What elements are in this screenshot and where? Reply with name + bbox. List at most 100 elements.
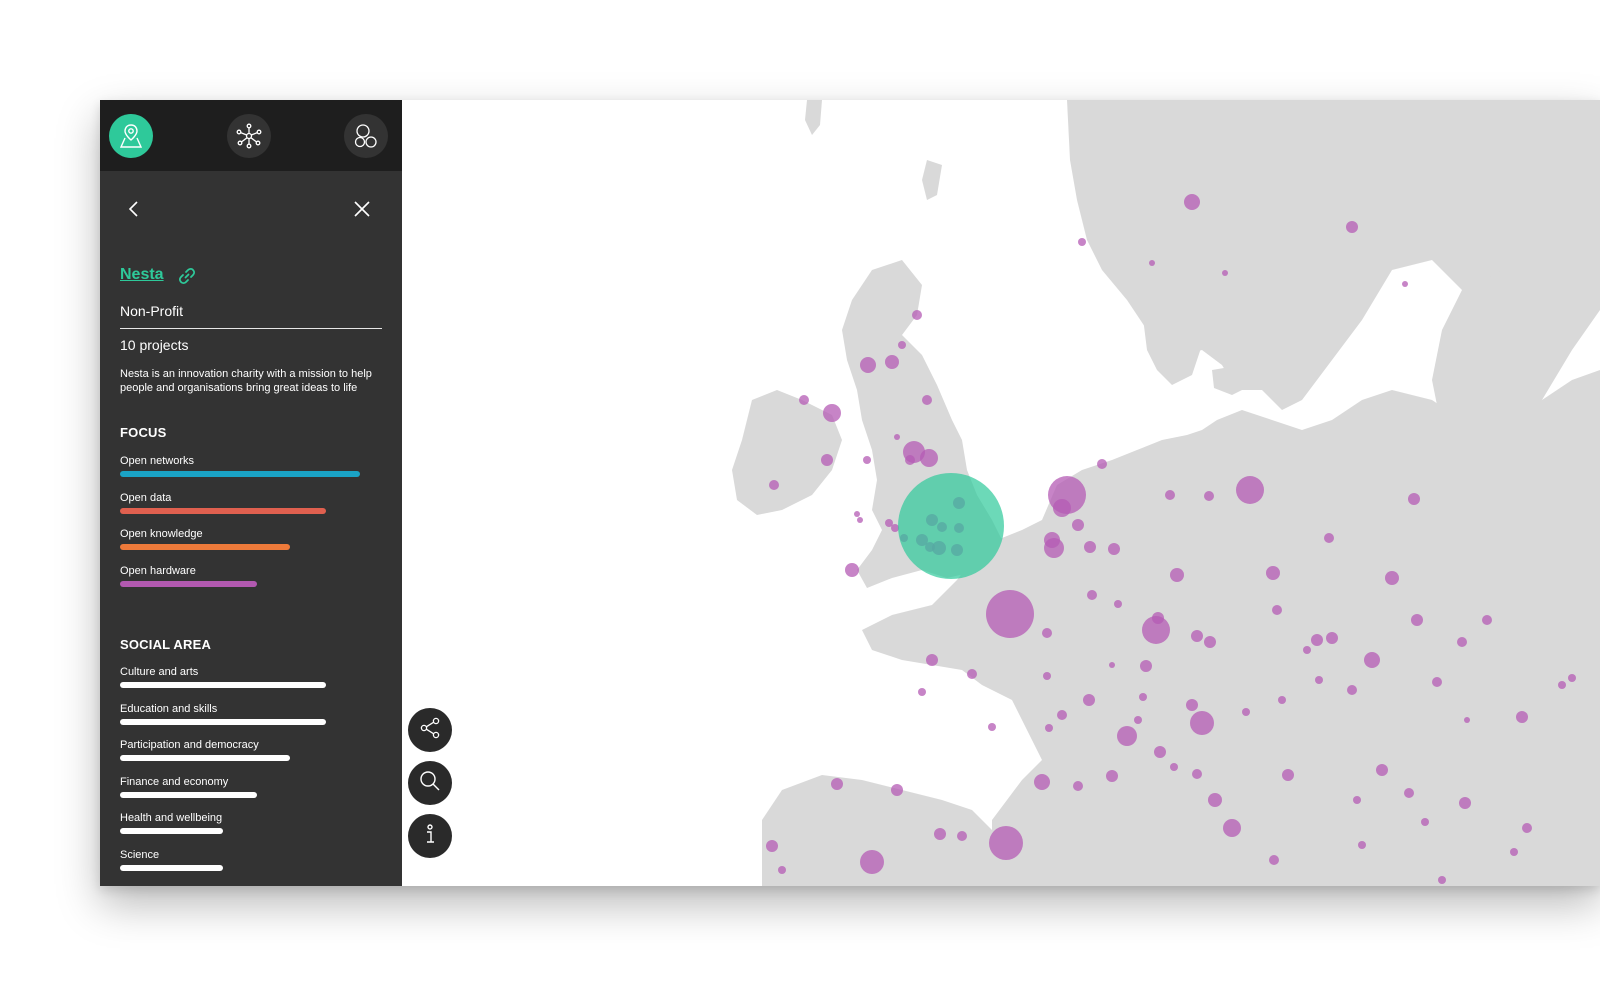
project-bubble[interactable] <box>926 654 938 666</box>
project-bubble[interactable] <box>1208 793 1222 807</box>
project-bubble[interactable] <box>1154 746 1166 758</box>
project-bubble[interactable] <box>934 828 946 840</box>
map-view-button[interactable] <box>109 114 153 158</box>
social-area-item[interactable]: Science <box>120 849 382 879</box>
project-bubble[interactable] <box>1170 763 1178 771</box>
project-bubble[interactable] <box>1411 614 1423 626</box>
project-bubble[interactable] <box>1165 490 1175 500</box>
project-bubble[interactable] <box>1364 652 1380 668</box>
project-bubble[interactable] <box>1464 717 1470 723</box>
project-bubble[interactable] <box>1191 630 1203 642</box>
project-bubble[interactable] <box>1140 660 1152 672</box>
focus-item[interactable]: Open networks <box>120 455 382 485</box>
project-bubble[interactable] <box>854 511 860 517</box>
project-bubble[interactable] <box>1516 711 1528 723</box>
project-bubble[interactable] <box>1376 764 1388 776</box>
project-bubble[interactable] <box>1358 841 1366 849</box>
project-bubble[interactable] <box>1222 270 1228 276</box>
project-bubble[interactable] <box>1457 637 1467 647</box>
project-bubble[interactable] <box>1139 693 1147 701</box>
project-bubble[interactable] <box>1236 476 1264 504</box>
project-bubble[interactable] <box>1204 491 1214 501</box>
link-icon[interactable] <box>178 267 196 285</box>
project-bubble[interactable] <box>1510 848 1518 856</box>
project-bubble[interactable] <box>1109 662 1115 668</box>
social-area-item[interactable]: Participation and democracy <box>120 739 382 769</box>
project-bubble[interactable] <box>918 688 926 696</box>
project-bubble[interactable] <box>1266 566 1280 580</box>
project-bubble[interactable] <box>1152 612 1164 624</box>
project-bubble[interactable] <box>1346 221 1358 233</box>
project-bubble[interactable] <box>891 784 903 796</box>
project-bubble[interactable] <box>1278 696 1286 704</box>
project-bubble[interactable] <box>1078 238 1086 246</box>
project-bubble[interactable] <box>1402 281 1408 287</box>
project-bubble[interactable] <box>1186 699 1198 711</box>
europe-map[interactable] <box>402 100 1600 886</box>
project-bubble[interactable] <box>967 669 977 679</box>
project-bubble[interactable] <box>1034 774 1050 790</box>
project-bubble[interactable] <box>1117 726 1137 746</box>
project-bubble[interactable] <box>1568 674 1576 682</box>
project-bubble[interactable] <box>845 563 859 577</box>
social-area-item[interactable]: Health and wellbeing <box>120 812 382 842</box>
project-bubble[interactable] <box>989 826 1023 860</box>
project-bubble[interactable] <box>986 590 1034 638</box>
project-bubble[interactable] <box>860 850 884 874</box>
project-bubble[interactable] <box>1408 493 1420 505</box>
project-bubble[interactable] <box>799 395 809 405</box>
project-bubble[interactable] <box>905 455 915 465</box>
project-bubble[interactable] <box>823 404 841 422</box>
project-bubble[interactable] <box>1087 590 1097 600</box>
project-bubble[interactable] <box>1042 628 1052 638</box>
project-bubble[interactable] <box>1404 788 1414 798</box>
project-bubble[interactable] <box>894 434 900 440</box>
map-canvas[interactable] <box>402 100 1600 886</box>
project-bubble[interactable] <box>766 840 778 852</box>
org-name-link[interactable]: Nesta <box>120 266 164 284</box>
project-bubble[interactable] <box>1269 855 1279 865</box>
social-area-item[interactable]: Finance and economy <box>120 776 382 806</box>
project-bubble[interactable] <box>1347 685 1357 695</box>
project-bubble[interactable] <box>1385 571 1399 585</box>
project-bubble[interactable] <box>1311 634 1323 646</box>
project-bubble[interactable] <box>922 395 932 405</box>
project-bubble[interactable] <box>1272 605 1282 615</box>
project-bubble[interactable] <box>1084 541 1096 553</box>
focus-item[interactable]: Open data <box>120 492 382 522</box>
project-bubble[interactable] <box>1134 716 1142 724</box>
project-bubble[interactable] <box>1353 796 1361 804</box>
project-bubble[interactable] <box>912 310 922 320</box>
project-bubble[interactable] <box>1482 615 1492 625</box>
project-bubble[interactable] <box>920 449 938 467</box>
project-bubble[interactable] <box>1315 676 1323 684</box>
project-bubble[interactable] <box>778 866 786 874</box>
selected-org-bubble[interactable] <box>898 473 1004 579</box>
project-bubble[interactable] <box>1204 636 1216 648</box>
network-view-button[interactable] <box>227 114 271 158</box>
project-bubble[interactable] <box>1558 681 1566 689</box>
project-bubble[interactable] <box>1170 568 1184 582</box>
project-bubble[interactable] <box>1459 797 1471 809</box>
project-bubble[interactable] <box>1057 710 1067 720</box>
back-button[interactable] <box>122 197 146 221</box>
project-bubble[interactable] <box>885 355 899 369</box>
project-bubble[interactable] <box>863 456 871 464</box>
project-bubble[interactable] <box>831 778 843 790</box>
project-bubble[interactable] <box>1043 672 1051 680</box>
project-bubble[interactable] <box>1053 499 1071 517</box>
project-bubble[interactable] <box>1223 819 1241 837</box>
project-bubble[interactable] <box>821 454 833 466</box>
social-area-item[interactable]: Education and skills <box>120 703 382 733</box>
project-bubble[interactable] <box>1190 711 1214 735</box>
project-bubble[interactable] <box>1106 770 1118 782</box>
project-bubble[interactable] <box>1324 533 1334 543</box>
project-bubble[interactable] <box>1184 194 1200 210</box>
project-bubble[interactable] <box>1108 543 1120 555</box>
project-bubble[interactable] <box>988 723 996 731</box>
share-button[interactable] <box>408 708 452 752</box>
project-bubble[interactable] <box>1242 708 1250 716</box>
project-bubble[interactable] <box>1044 538 1064 558</box>
project-bubble[interactable] <box>898 341 906 349</box>
project-bubble[interactable] <box>1421 818 1429 826</box>
